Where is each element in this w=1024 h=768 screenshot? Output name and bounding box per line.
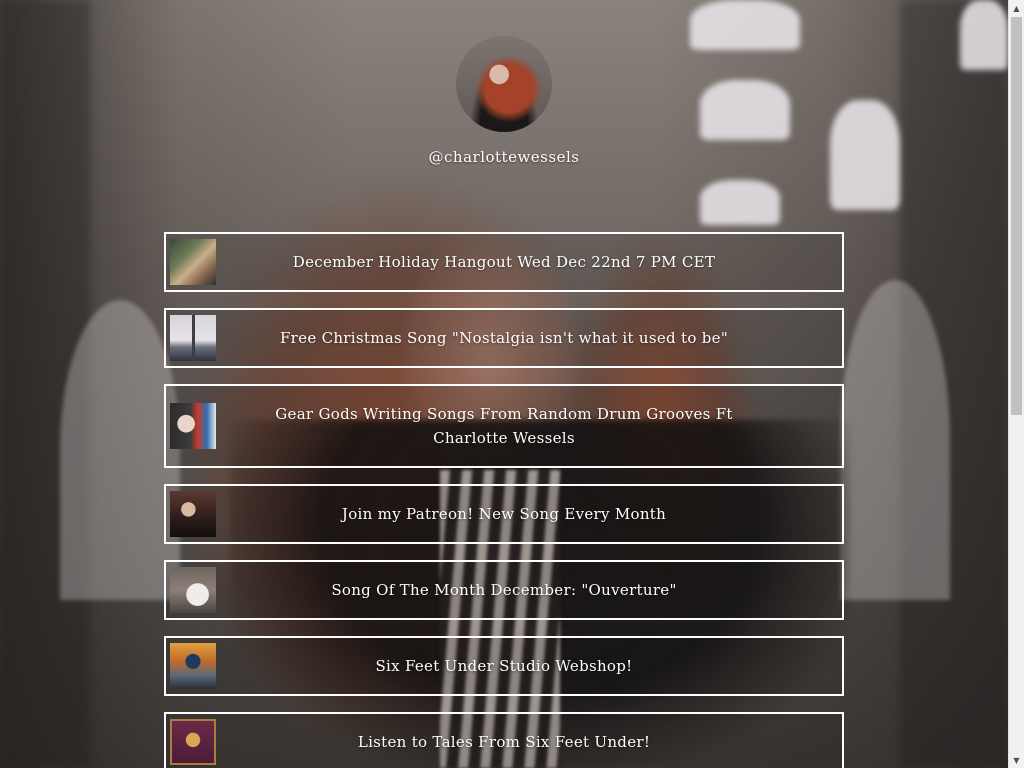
- link-label: Six Feet Under Studio Webshop!: [375, 657, 633, 675]
- link-list: December Holiday Hangout Wed Dec 22nd 7 …: [164, 232, 844, 768]
- link-button-song-of-month[interactable]: Song Of The Month December: "Ouverture": [164, 560, 844, 620]
- link-thumbnail: [170, 403, 216, 449]
- link-thumbnail: [170, 567, 216, 613]
- link-label: Listen to Tales From Six Feet Under!: [357, 733, 651, 751]
- link-label: Song Of The Month December: "Ouverture": [331, 581, 677, 599]
- link-thumbnail: [170, 239, 216, 285]
- link-label: Free Christmas Song "Nostalgia isn't wha…: [279, 329, 729, 347]
- link-label: December Holiday Hangout Wed Dec 22nd 7 …: [292, 253, 716, 271]
- scrollbar-thumb[interactable]: [1011, 17, 1022, 415]
- link-thumbnail: [170, 643, 216, 689]
- link-button-gear-gods[interactable]: Gear Gods Writing Songs From Random Drum…: [164, 384, 844, 468]
- triangle-down-icon[interactable]: ▼: [1009, 752, 1024, 768]
- profile-username: @charlottewessels: [428, 148, 580, 166]
- link-thumbnail: [170, 315, 216, 361]
- link-button-christmas-song[interactable]: Free Christmas Song "Nostalgia isn't wha…: [164, 308, 844, 368]
- link-button-holiday-hangout[interactable]: December Holiday Hangout Wed Dec 22nd 7 …: [164, 232, 844, 292]
- link-button-tales-six-feet-under[interactable]: Listen to Tales From Six Feet Under!: [164, 712, 844, 768]
- profile-avatar[interactable]: [456, 36, 552, 132]
- link-label: Gear Gods Writing Songs From Random Drum…: [275, 405, 733, 447]
- link-label: Join my Patreon! New Song Every Month: [341, 505, 667, 523]
- link-thumbnail: [170, 719, 216, 765]
- linktree-page: @charlottewessels December Holiday Hango…: [0, 0, 1008, 768]
- vertical-scrollbar[interactable]: ▲ ▼: [1008, 0, 1024, 768]
- link-button-patreon[interactable]: Join my Patreon! New Song Every Month: [164, 484, 844, 544]
- link-thumbnail: [170, 491, 216, 537]
- triangle-up-icon[interactable]: ▲: [1009, 0, 1024, 16]
- link-button-webshop[interactable]: Six Feet Under Studio Webshop!: [164, 636, 844, 696]
